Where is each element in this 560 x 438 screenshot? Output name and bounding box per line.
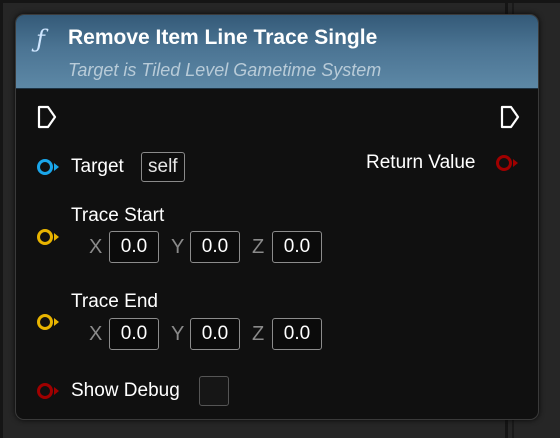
trace-start-x-axis-label: X (89, 236, 103, 258)
trace-end-x-axis-label: X (89, 323, 103, 345)
node-header[interactable]: ƒ Remove Item Line Trace Single Target i… (16, 15, 538, 89)
trace-end-y-input[interactable]: 0.0 (190, 318, 240, 350)
trace-start-y-axis-label: Y (171, 236, 185, 258)
graph-grid-line (0, 0, 560, 3)
return-value-label: Return Value (366, 152, 476, 173)
target-label: Target (71, 156, 124, 177)
trace-start-z-axis-label: Z (252, 236, 265, 258)
target-value-box[interactable]: self (141, 152, 185, 182)
function-icon: ƒ (36, 25, 45, 53)
trace-start-y-input[interactable]: 0.0 (190, 231, 240, 263)
trace-start-x-input[interactable]: 0.0 (109, 231, 159, 263)
show-debug-checkbox[interactable] (199, 376, 229, 406)
exec-input-pin-icon[interactable] (36, 104, 58, 130)
trace-end-y-axis-label: Y (171, 323, 185, 345)
node-subtitle: Target is Tiled Level Gametime System (68, 60, 382, 80)
exec-output-pin-icon[interactable] (499, 104, 521, 130)
trace-start-label: Trace Start (71, 205, 165, 226)
return-value-pin-icon[interactable] (494, 153, 522, 173)
trace-end-label: Trace End (71, 291, 158, 312)
trace-start-z-input[interactable]: 0.0 (272, 231, 322, 263)
trace-end-z-input[interactable]: 0.0 (272, 318, 322, 350)
trace-start-pin-icon[interactable] (35, 227, 63, 247)
trace-end-z-axis-label: Z (252, 323, 265, 345)
show-debug-label: Show Debug (71, 380, 180, 401)
target-pin-icon[interactable] (35, 157, 63, 177)
trace-end-x-input[interactable]: 0.0 (109, 318, 159, 350)
blueprint-function-node[interactable]: ƒ Remove Item Line Trace Single Target i… (15, 14, 539, 420)
node-title: Remove Item Line Trace Single (68, 26, 378, 49)
show-debug-pin-icon[interactable] (35, 381, 63, 401)
trace-end-pin-icon[interactable] (35, 312, 63, 332)
graph-grid-line (0, 0, 3, 438)
